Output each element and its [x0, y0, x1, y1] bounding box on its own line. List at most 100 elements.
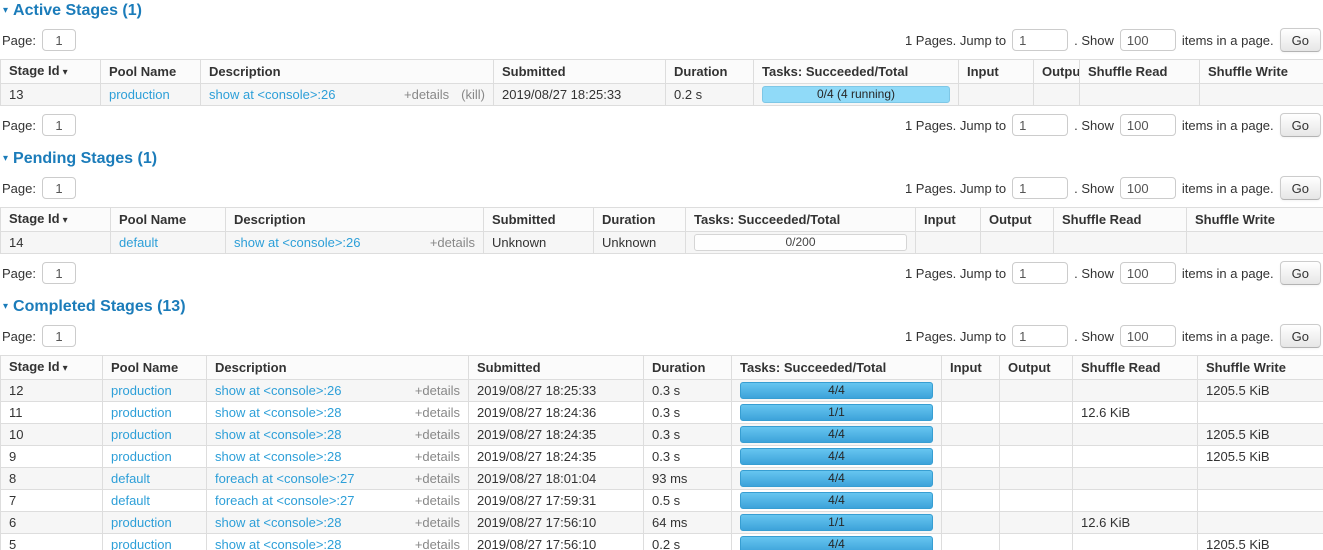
jump-to-input[interactable] [1012, 262, 1068, 284]
col-header-output[interactable]: Output [1034, 60, 1080, 84]
description-link[interactable]: foreach at <console>:27 [215, 470, 355, 487]
col-header-description[interactable]: Description [207, 356, 469, 380]
description-link[interactable]: show at <console>:28 [215, 514, 341, 531]
page-input[interactable] [42, 262, 76, 284]
pool-link[interactable]: production [111, 515, 172, 530]
collapse-arrow-icon: ▾ [3, 299, 8, 315]
col-header-submitted[interactable]: Submitted [494, 60, 666, 84]
go-button[interactable]: Go [1280, 28, 1321, 52]
show-label: . Show [1074, 181, 1114, 196]
pages-count-text: 1 Pages. Jump to [905, 118, 1006, 133]
details-toggle[interactable]: +details [404, 86, 449, 103]
col-header-pool-name[interactable]: Pool Name [111, 208, 226, 232]
page-input[interactable] [42, 325, 76, 347]
col-header-stage-id[interactable]: Stage Id▾ [1, 60, 101, 84]
pool-link[interactable]: production [111, 405, 172, 420]
show-count-input[interactable] [1120, 325, 1176, 347]
description-link[interactable]: show at <console>:28 [215, 536, 341, 550]
task-progress-label: 1/1 [828, 515, 845, 529]
col-header-shuffle-read[interactable]: Shuffle Read [1073, 356, 1198, 380]
task-progress-bar: 1/1 [740, 514, 933, 531]
col-header-duration[interactable]: Duration [644, 356, 732, 380]
section-title-active[interactable]: ▾Active Stages (1) [3, 3, 1323, 19]
show-count-input[interactable] [1120, 177, 1176, 199]
description-link[interactable]: foreach at <console>:27 [215, 492, 355, 509]
col-header-pool-name[interactable]: Pool Name [103, 356, 207, 380]
details-toggle[interactable]: +details [415, 536, 460, 550]
show-count-input[interactable] [1120, 114, 1176, 136]
col-header-label: Pool Name [119, 212, 186, 227]
col-header-duration[interactable]: Duration [594, 208, 686, 232]
description-link[interactable]: show at <console>:28 [215, 448, 341, 465]
go-button[interactable]: Go [1280, 176, 1321, 200]
col-header-input[interactable]: Input [959, 60, 1034, 84]
section-title-pending[interactable]: ▾Pending Stages (1) [3, 151, 1323, 167]
stage-id-cell: 13 [1, 84, 101, 106]
col-header-duration[interactable]: Duration [666, 60, 754, 84]
task-progress-label: 0/4 (4 running) [817, 87, 895, 101]
col-header-submitted[interactable]: Submitted [484, 208, 594, 232]
col-header-shuffle-write[interactable]: Shuffle Write [1187, 208, 1323, 232]
go-button[interactable]: Go [1280, 261, 1321, 285]
col-header-tasks[interactable]: Tasks: Succeeded/Total [732, 356, 942, 380]
stages-page: ▾Active Stages (1)Page:1 Pages. Jump to.… [0, 3, 1323, 550]
details-toggle[interactable]: +details [415, 514, 460, 531]
shuffle-write-cell: 1205.5 KiB [1198, 446, 1323, 468]
col-header-shuffle-write[interactable]: Shuffle Write [1198, 356, 1323, 380]
section-title-text: Active Stages (1) [13, 2, 142, 19]
col-header-output[interactable]: Output [981, 208, 1054, 232]
details-toggle[interactable]: +details [415, 426, 460, 443]
pool-link[interactable]: production [111, 449, 172, 464]
col-header-stage-id[interactable]: Stage Id▾ [1, 356, 103, 380]
show-count-input[interactable] [1120, 29, 1176, 51]
col-header-shuffle-read[interactable]: Shuffle Read [1054, 208, 1187, 232]
go-button[interactable]: Go [1280, 324, 1321, 348]
description-link[interactable]: show at <console>:26 [234, 234, 360, 251]
description-link[interactable]: show at <console>:28 [215, 404, 341, 421]
go-button[interactable]: Go [1280, 113, 1321, 137]
pool-link[interactable]: production [111, 537, 172, 550]
col-header-tasks[interactable]: Tasks: Succeeded/Total [754, 60, 959, 84]
pool-link[interactable]: production [111, 427, 172, 442]
description-link[interactable]: show at <console>:28 [215, 426, 341, 443]
col-header-label: Pool Name [111, 360, 178, 375]
kill-link[interactable]: (kill) [461, 86, 485, 103]
page-input[interactable] [42, 114, 76, 136]
details-toggle[interactable]: +details [430, 234, 475, 251]
col-header-label: Shuffle Write [1208, 64, 1288, 79]
col-header-tasks[interactable]: Tasks: Succeeded/Total [686, 208, 916, 232]
pool-link[interactable]: production [109, 87, 170, 102]
stage-row-14: 14defaultshow at <console>:26+detailsUnk… [1, 232, 1323, 254]
pool-link[interactable]: production [111, 383, 172, 398]
col-header-pool-name[interactable]: Pool Name [101, 60, 201, 84]
jump-to-input[interactable] [1012, 29, 1068, 51]
col-header-output[interactable]: Output [1000, 356, 1073, 380]
details-toggle[interactable]: +details [415, 382, 460, 399]
page-input[interactable] [42, 177, 76, 199]
jump-to-input[interactable] [1012, 325, 1068, 347]
col-header-description[interactable]: Description [201, 60, 494, 84]
section-title-completed[interactable]: ▾Completed Stages (13) [3, 299, 1323, 315]
description-link[interactable]: show at <console>:26 [215, 382, 341, 399]
col-header-input[interactable]: Input [942, 356, 1000, 380]
col-header-stage-id[interactable]: Stage Id▾ [1, 208, 111, 232]
col-header-submitted[interactable]: Submitted [469, 356, 644, 380]
page-input[interactable] [42, 29, 76, 51]
description-link[interactable]: show at <console>:26 [209, 86, 335, 103]
jump-to-input[interactable] [1012, 114, 1068, 136]
details-toggle[interactable]: +details [415, 492, 460, 509]
col-header-description[interactable]: Description [226, 208, 484, 232]
show-count-input[interactable] [1120, 262, 1176, 284]
col-header-input[interactable]: Input [916, 208, 981, 232]
pool-link[interactable]: default [119, 235, 158, 250]
details-toggle[interactable]: +details [415, 448, 460, 465]
pool-link[interactable]: default [111, 493, 150, 508]
submitted-cell: 2019/08/27 17:56:10 [469, 534, 644, 550]
output-cell [1000, 446, 1073, 468]
details-toggle[interactable]: +details [415, 470, 460, 487]
col-header-shuffle-read[interactable]: Shuffle Read [1080, 60, 1200, 84]
jump-to-input[interactable] [1012, 177, 1068, 199]
col-header-shuffle-write[interactable]: Shuffle Write [1200, 60, 1323, 84]
details-toggle[interactable]: +details [415, 404, 460, 421]
pool-link[interactable]: default [111, 471, 150, 486]
